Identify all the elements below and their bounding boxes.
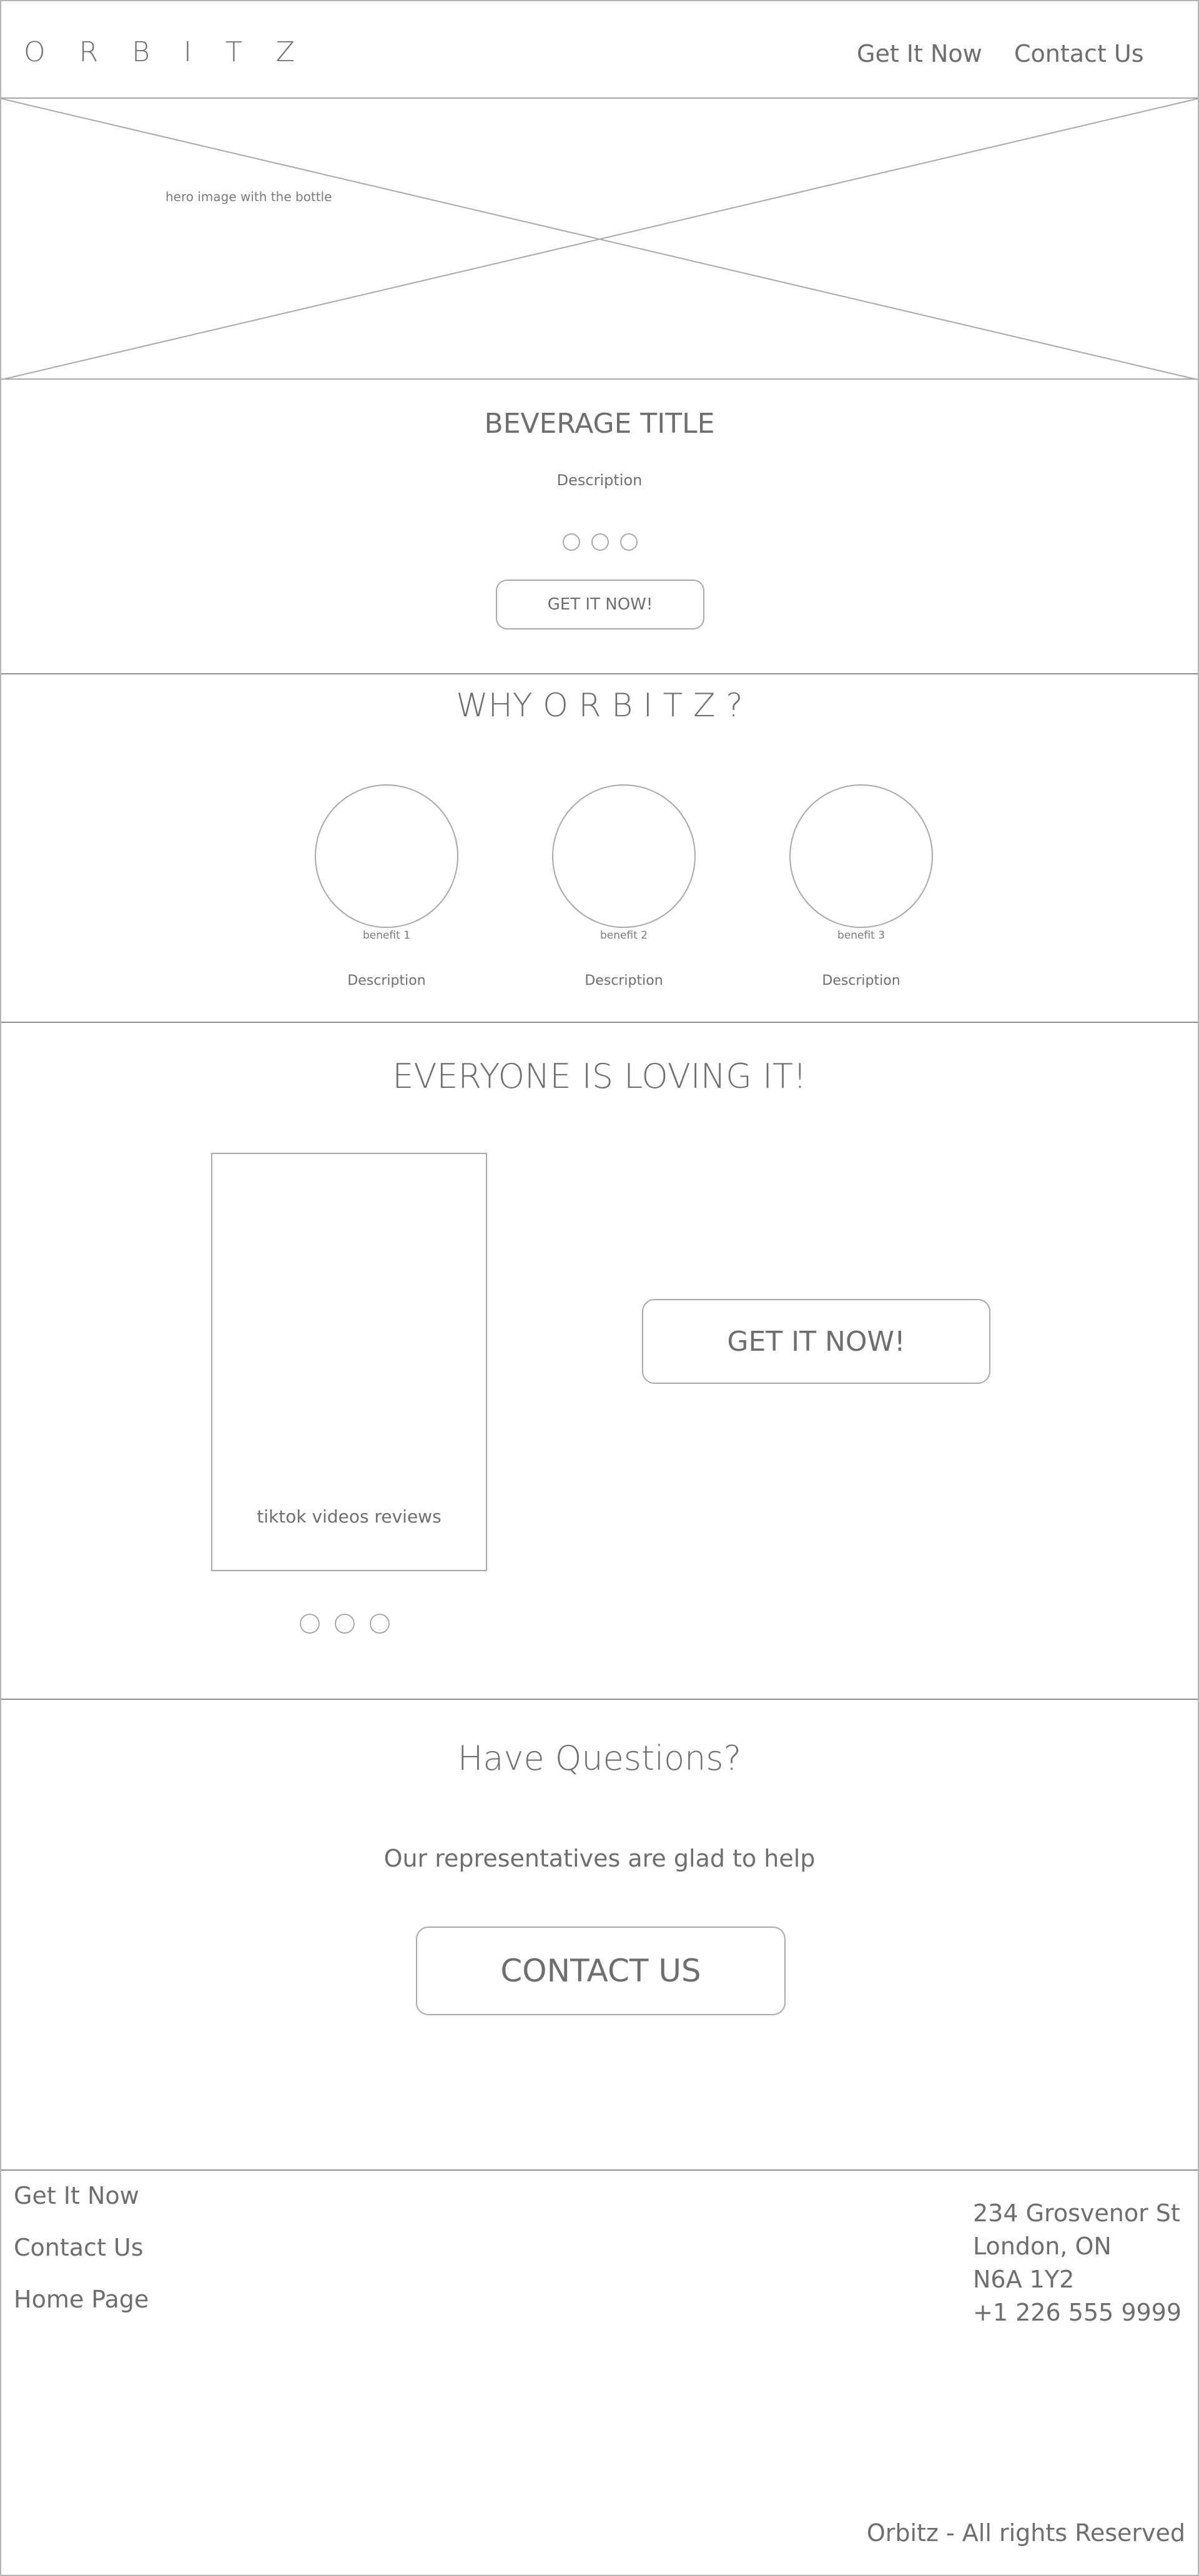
questions-section: Have Questions? Our representatives are … bbox=[1, 1700, 1198, 2171]
video-review-card[interactable]: tiktok videos reviews bbox=[211, 1153, 487, 1571]
address-phone: +1 226 555 9999 bbox=[973, 2299, 1182, 2326]
video-caption: tiktok videos reviews bbox=[257, 1506, 442, 1527]
carousel-dot[interactable] bbox=[563, 533, 580, 551]
footer-link-home-page[interactable]: Home Page bbox=[14, 2286, 149, 2313]
benefit-label: benefit 2 bbox=[600, 929, 648, 942]
page: O R B I T Z Get It Now Contact Us hero i… bbox=[0, 0, 1199, 2576]
footer-link-contact-us[interactable]: Contact Us bbox=[14, 2234, 144, 2261]
questions-title: Have Questions? bbox=[457, 1739, 742, 1778]
beverage-title: BEVERAGE TITLE bbox=[484, 408, 715, 440]
nav-get-it-now[interactable]: Get It Now bbox=[857, 40, 982, 67]
product-section: BEVERAGE TITLE Description GET IT NOW! bbox=[1, 380, 1198, 673]
benefit-image-placeholder bbox=[789, 784, 933, 928]
benefit-card: benefit 2 Description bbox=[552, 784, 696, 989]
placeholder-cross-icon bbox=[1, 99, 1198, 380]
carousel-dot[interactable] bbox=[591, 533, 609, 551]
benefit-description: Description bbox=[822, 973, 900, 989]
benefit-description: Description bbox=[585, 973, 663, 989]
contact-us-button[interactable]: CONTACT US bbox=[416, 1927, 786, 2015]
nav-contact-us[interactable]: Contact Us bbox=[1014, 40, 1144, 67]
get-it-now-large-button[interactable]: GET IT NOW! bbox=[642, 1299, 990, 1384]
logo[interactable]: O R B I T Z bbox=[24, 36, 307, 68]
site-header: O R B I T Z Get It Now Contact Us bbox=[1, 1, 1198, 99]
questions-subtitle: Our representatives are glad to help bbox=[383, 1845, 816, 1872]
site-footer: Get It Now Contact Us Home Page 234 Gros… bbox=[1, 2171, 1198, 2575]
hero-image-placeholder: hero image with the bottle bbox=[1, 99, 1198, 380]
footer-link-get-it-now[interactable]: Get It Now bbox=[14, 2182, 139, 2209]
benefit-label: benefit 3 bbox=[837, 929, 886, 942]
benefit-image-placeholder bbox=[315, 784, 458, 928]
carousel-dot[interactable] bbox=[620, 533, 638, 551]
benefit-label: benefit 1 bbox=[362, 929, 411, 942]
address-postal: N6A 1Y2 bbox=[973, 2266, 1075, 2293]
why-section: WHY O R B I T Z ? benefit 1 Description … bbox=[1, 673, 1198, 1023]
benefit-description: Description bbox=[347, 973, 426, 989]
benefit-image-placeholder bbox=[552, 784, 696, 928]
carousel-dot[interactable] bbox=[300, 1614, 320, 1634]
why-title: WHY O R B I T Z ? bbox=[456, 687, 743, 724]
address-street: 234 Grosvenor St bbox=[973, 2199, 1180, 2227]
beverage-description: Description bbox=[556, 471, 643, 489]
carousel-dot[interactable] bbox=[370, 1614, 390, 1634]
benefit-card: benefit 1 Description bbox=[315, 784, 458, 989]
hero-caption: hero image with the bottle bbox=[165, 189, 332, 204]
testimonials-section: EVERYONE IS LOVING IT! tiktok videos rev… bbox=[1, 1023, 1198, 1700]
carousel-dot[interactable] bbox=[335, 1614, 355, 1634]
testimonials-title: EVERYONE IS LOVING IT! bbox=[392, 1057, 807, 1096]
benefit-card: benefit 3 Description bbox=[789, 784, 933, 989]
copyright-text: Orbitz - All rights Reserved bbox=[866, 2519, 1185, 2547]
footer-address: 234 Grosvenor St London, ON N6A 1Y2 +1 2… bbox=[973, 2197, 1182, 2329]
get-it-now-button[interactable]: GET IT NOW! bbox=[496, 580, 704, 629]
product-carousel-dots bbox=[563, 533, 638, 551]
address-city: London, ON bbox=[973, 2233, 1112, 2260]
video-carousel-dots bbox=[300, 1614, 390, 1634]
